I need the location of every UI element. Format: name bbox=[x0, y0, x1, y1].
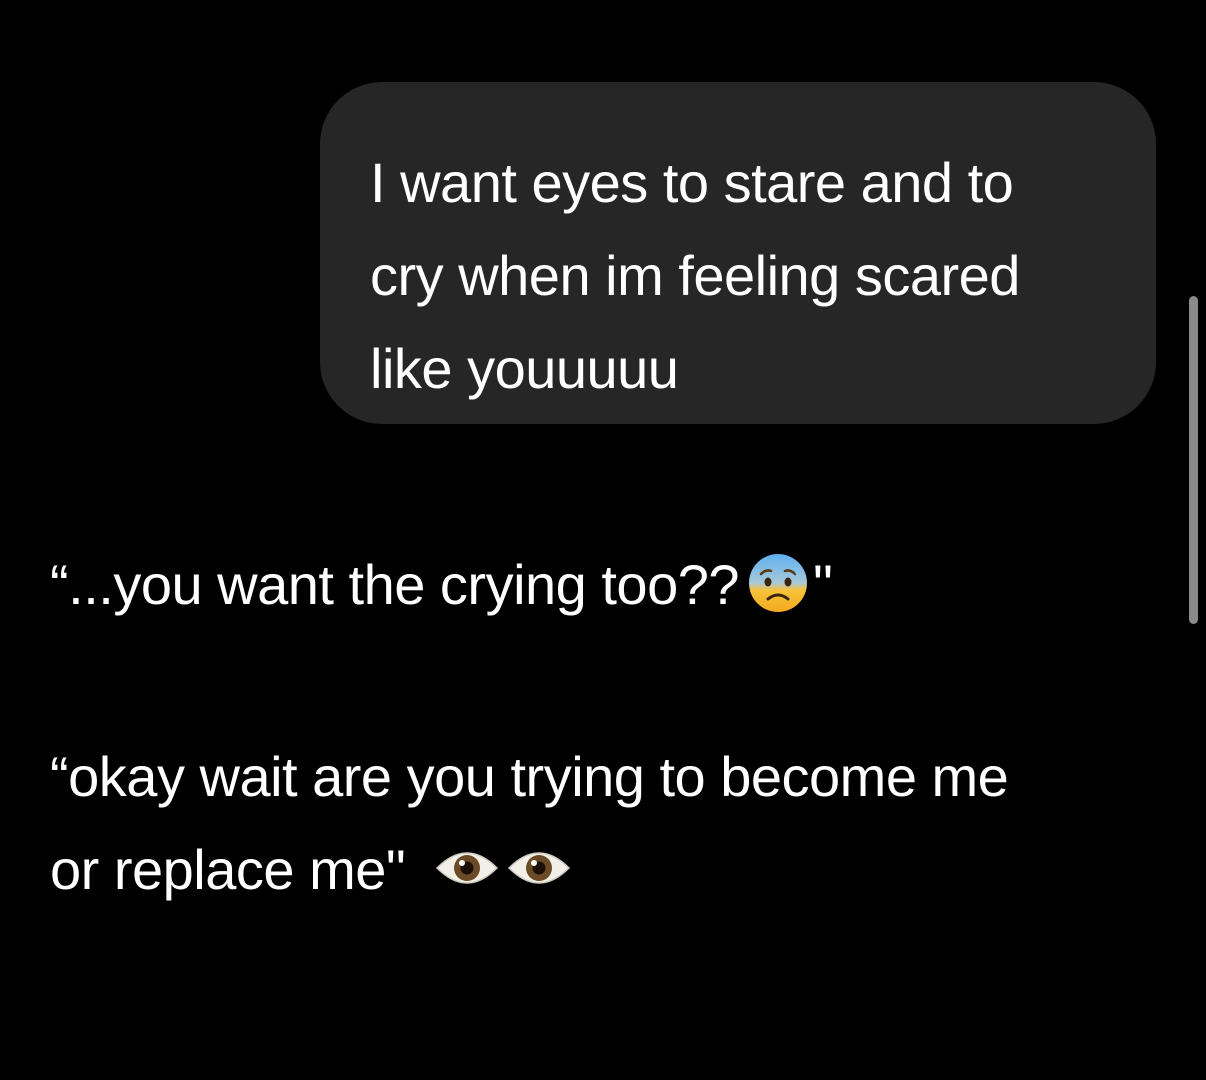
assistant-reply: “okay wait are you trying to become me or… bbox=[50, 730, 1150, 916]
assistant-reply-closing-quote: " bbox=[813, 553, 833, 616]
vertical-scrollbar[interactable] bbox=[1189, 296, 1198, 624]
anxious-face-emoji-icon bbox=[749, 554, 807, 613]
assistant-reply: “...you want the crying too?? " bbox=[50, 545, 1150, 625]
user-message-line: I want eyes to stare and to bbox=[370, 151, 1014, 214]
eye-emoji-icon bbox=[508, 852, 571, 884]
assistant-reply-line: “okay wait are you trying to become me bbox=[50, 745, 1009, 808]
eye-emoji-icon bbox=[436, 852, 499, 884]
assistant-reply-line: or replace me" bbox=[50, 838, 406, 901]
assistant-reply-text: “...you want the crying too?? bbox=[50, 553, 740, 616]
user-message-line: cry when im feeling scared bbox=[370, 244, 1020, 307]
user-message-line: like youuuuu bbox=[370, 337, 679, 400]
user-message-text: I want eyes to stare and to cry when im f… bbox=[370, 136, 1130, 415]
user-message-bubble[interactable]: I want eyes to stare and to cry when im f… bbox=[320, 82, 1156, 424]
